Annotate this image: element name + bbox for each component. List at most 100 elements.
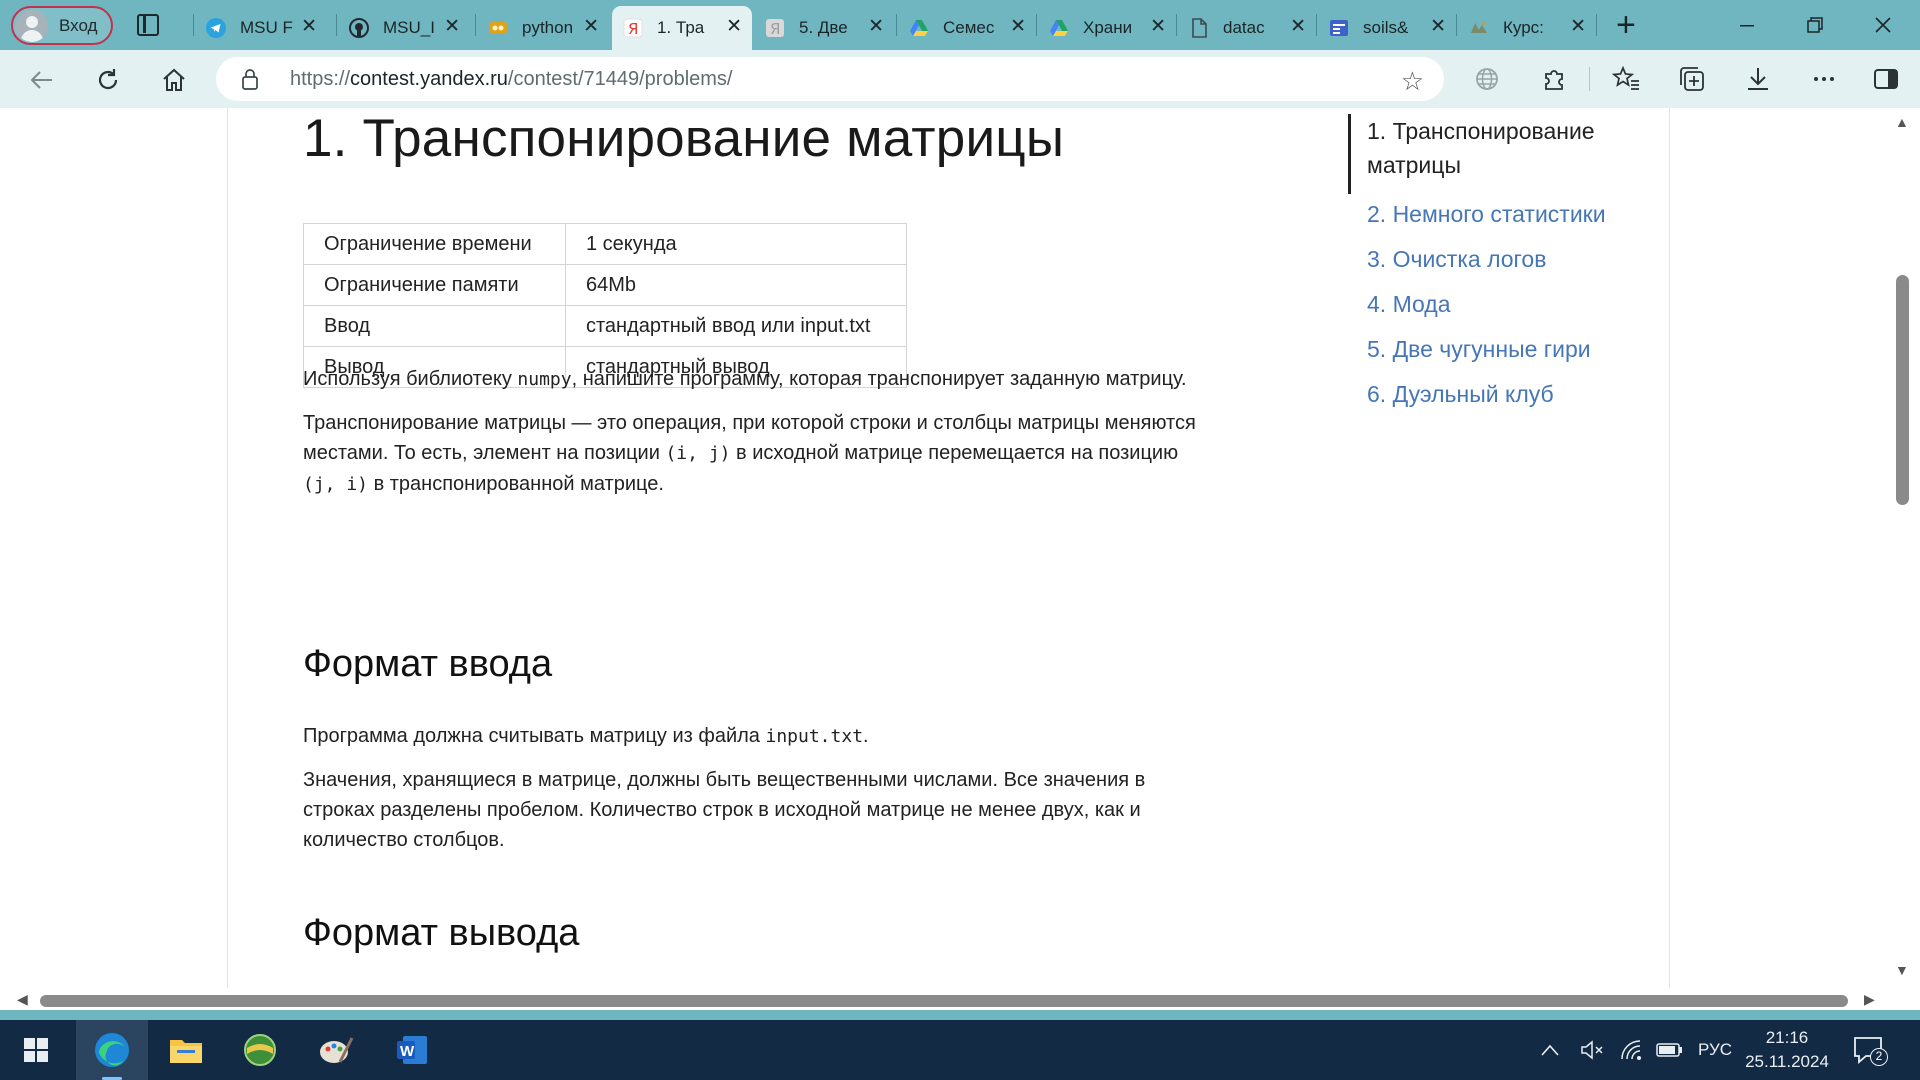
tab-drive-semester[interactable]: Семес ✕ xyxy=(898,6,1036,50)
home-button[interactable] xyxy=(157,63,191,97)
taskbar-edge[interactable] xyxy=(76,1020,148,1080)
inline-code: (i, j) xyxy=(665,443,731,464)
input-text: Программа должна считывать матрицу из фа… xyxy=(303,725,766,747)
tab-title: Курс: xyxy=(1503,18,1544,37)
back-button[interactable] xyxy=(24,63,58,97)
tab-separator xyxy=(1036,14,1037,36)
input-paragraph-2: Значения, хранящиеся в матрице, должны б… xyxy=(303,765,1263,855)
description-line: (j, i) в транспонированной матрице. xyxy=(303,469,1263,500)
toc-item-1[interactable]: 1. Транспонирование матрицы xyxy=(1367,114,1627,182)
profile-label: Вход xyxy=(59,15,98,35)
taskbar-word[interactable]: W xyxy=(376,1020,448,1080)
close-tab-icon[interactable]: ✕ xyxy=(301,17,317,37)
word-icon: W xyxy=(397,1036,427,1064)
toc-item-6[interactable]: 6. Дуэльный клуб xyxy=(1367,377,1554,411)
course-icon xyxy=(1471,21,1487,33)
github-icon xyxy=(349,18,369,38)
input-line: Значения, хранящиеся в матрице, должны б… xyxy=(303,769,1146,791)
clock[interactable]: 21:16 25.11.2024 xyxy=(1742,1026,1832,1074)
horizontal-scroll-thumb[interactable] xyxy=(40,995,1848,1007)
tab-github[interactable]: MSU_I ✕ xyxy=(338,6,470,50)
puzzle-icon xyxy=(1545,70,1563,90)
vertical-scrollbar[interactable] xyxy=(1899,108,1920,998)
toc-item-4[interactable]: 4. Мода xyxy=(1367,287,1451,321)
close-tab-icon[interactable]: ✕ xyxy=(1010,17,1026,37)
scroll-down-arrow-icon[interactable]: ▼ xyxy=(1895,962,1909,978)
tab-problem-5[interactable]: Я 5. Две ✕ xyxy=(754,6,894,50)
downloads-button[interactable] xyxy=(1743,64,1773,94)
tab-separator xyxy=(193,14,194,36)
close-tab-icon[interactable]: ✕ xyxy=(1570,17,1586,37)
wifi-icon[interactable] xyxy=(1620,1039,1644,1061)
restore-button[interactable] xyxy=(1784,0,1846,50)
close-tab-icon[interactable]: ✕ xyxy=(726,17,742,37)
tab-strip: Вход MSU F ✕ MSU_I ✕ python ✕ Я 1. Тра ✕… xyxy=(0,0,1920,50)
tab-course[interactable]: Курс: ✕ xyxy=(1458,6,1596,50)
url-host: contest.yandex.ru xyxy=(350,68,508,90)
close-tab-icon[interactable]: ✕ xyxy=(868,17,884,37)
taskbar-paint[interactable] xyxy=(300,1020,372,1080)
collections-button[interactable] xyxy=(1677,64,1707,94)
sidebar-toggle-button[interactable] xyxy=(1871,64,1901,94)
maps-app-icon xyxy=(244,1034,276,1066)
tab-drive-storage[interactable]: Храни ✕ xyxy=(1038,6,1176,50)
tab-problem-active[interactable]: Я 1. Тра ✕ xyxy=(612,6,752,50)
tab-title: 5. Две xyxy=(799,18,848,37)
extensions-button[interactable] xyxy=(1539,64,1569,94)
close-tab-icon[interactable]: ✕ xyxy=(1150,17,1166,37)
tab-title: MSU_I xyxy=(383,18,435,37)
toc-item-3[interactable]: 3. Очистка логов xyxy=(1367,242,1546,276)
lock-icon[interactable] xyxy=(242,68,258,90)
new-tab-button[interactable]: + xyxy=(1616,8,1636,42)
yandex-icon: Я xyxy=(766,19,784,38)
scroll-right-arrow-icon[interactable]: ▶ xyxy=(1864,991,1875,1008)
settings-menu-button[interactable] xyxy=(1809,64,1839,94)
address-field[interactable]: https://contest.yandex.ru/contest/71449/… xyxy=(216,57,1444,101)
tab-telegram[interactable]: MSU F ✕ xyxy=(195,6,327,50)
chevron-up-icon[interactable] xyxy=(1540,1043,1560,1057)
language-indicator[interactable]: РУС xyxy=(1698,1040,1732,1060)
svg-text:Я: Я xyxy=(770,20,780,38)
notification-badge: 2 xyxy=(1870,1048,1888,1066)
taskbar-maps-app[interactable] xyxy=(224,1020,296,1080)
tab-soils[interactable]: soils& ✕ xyxy=(1318,6,1456,50)
minimize-icon xyxy=(1740,25,1754,27)
close-tab-icon[interactable]: ✕ xyxy=(583,17,599,37)
intro-text: , напишите программу, которая транспонир… xyxy=(571,368,1187,390)
close-window-button[interactable] xyxy=(1852,0,1914,50)
profile-button[interactable]: Вход xyxy=(11,6,113,45)
taskbar-file-explorer[interactable] xyxy=(150,1020,222,1080)
battery-icon[interactable] xyxy=(1656,1041,1684,1059)
reload-icon xyxy=(98,69,118,90)
vertical-scroll-thumb[interactable] xyxy=(1896,275,1909,505)
content-border-right xyxy=(1669,108,1670,998)
reload-button[interactable] xyxy=(91,63,125,97)
url-prefix: https:// xyxy=(290,68,351,90)
favorites-icon xyxy=(1612,65,1639,90)
document-icon xyxy=(1192,18,1207,38)
toc-item-5[interactable]: 5. Две чугунные гири xyxy=(1367,332,1591,366)
close-tab-icon[interactable]: ✕ xyxy=(1430,17,1446,37)
close-tab-icon[interactable]: ✕ xyxy=(444,17,460,37)
translate-button[interactable] xyxy=(1472,64,1502,94)
close-tab-icon[interactable]: ✕ xyxy=(1290,17,1306,37)
minimize-button[interactable] xyxy=(1716,0,1778,50)
start-button[interactable] xyxy=(0,1020,72,1080)
inline-code: numpy xyxy=(517,369,572,390)
toc-item-2[interactable]: 2. Немного статистики xyxy=(1367,197,1606,231)
favorite-star-icon[interactable]: ☆ xyxy=(1401,66,1424,97)
tab-python[interactable]: python ✕ xyxy=(477,6,609,50)
close-icon xyxy=(1875,17,1891,33)
tab-actions-icon[interactable] xyxy=(137,14,159,36)
window-bottom-edge xyxy=(0,1010,1920,1020)
volume-muted-icon[interactable] xyxy=(1580,1039,1604,1061)
tab-datacamp[interactable]: datac ✕ xyxy=(1178,6,1316,50)
telegram-icon xyxy=(206,18,226,38)
inline-code: input.txt xyxy=(765,726,864,747)
favorites-button[interactable] xyxy=(1611,64,1641,94)
taskbar: W РУС 21:16 25.11.2024 2 xyxy=(0,1020,1920,1080)
scroll-up-arrow-icon[interactable]: ▲ xyxy=(1895,114,1909,130)
tab-separator xyxy=(1456,14,1457,36)
scroll-left-arrow-icon[interactable]: ◀ xyxy=(17,991,28,1008)
clock-date: 25.11.2024 xyxy=(1745,1052,1829,1071)
